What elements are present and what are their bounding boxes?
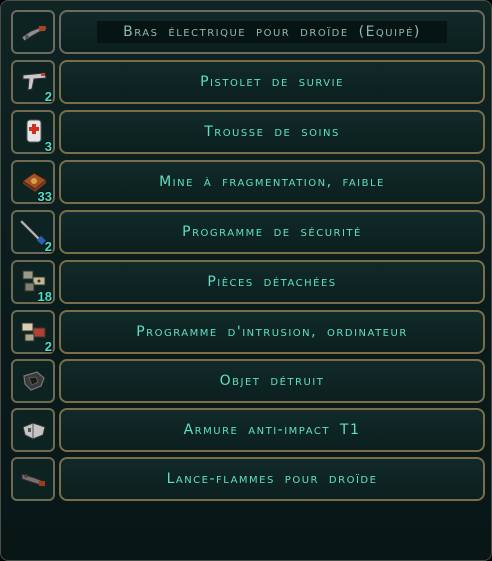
- item-icon-frame[interactable]: 18: [11, 260, 55, 304]
- item-label-frame[interactable]: Programme de sécurité: [59, 210, 485, 254]
- item-label: Pièces détachées: [207, 274, 337, 290]
- item-label: Objet détruit: [219, 373, 325, 389]
- inventory-item[interactable]: 2 Programme de sécurité: [9, 209, 485, 255]
- inventory-item[interactable]: 18 Pièces détachées: [9, 259, 485, 305]
- item-count: 33: [37, 189, 52, 204]
- broken-item-icon: [23, 371, 45, 391]
- item-label: Trousse de soins: [204, 124, 340, 140]
- inventory-item[interactable]: Lance-flammes pour droïde: [9, 456, 485, 502]
- inventory-item[interactable]: 2 Programme d'intrusion, ordinateur: [9, 309, 485, 355]
- inventory-item[interactable]: Objet détruit: [9, 358, 485, 404]
- item-count: 2: [44, 339, 52, 354]
- item-label: Mine à fragmentation, faible: [159, 174, 385, 190]
- item-icon-frame[interactable]: 2: [11, 210, 55, 254]
- item-icon-frame[interactable]: 2: [11, 310, 55, 354]
- item-label: Lance-flammes pour droïde: [166, 471, 378, 487]
- item-label: Programme d'intrusion, ordinateur: [136, 324, 408, 340]
- item-label-frame[interactable]: Lance-flammes pour droïde: [59, 457, 485, 501]
- item-label: Armure anti-impact T1: [183, 422, 361, 438]
- item-icon-frame[interactable]: [11, 10, 55, 54]
- item-icon-frame[interactable]: [11, 359, 55, 403]
- item-count: 3: [44, 139, 52, 154]
- item-icon-frame[interactable]: [11, 457, 55, 501]
- inventory-panel: Bras électrique pour droïde (Equipé) 2 P…: [0, 0, 492, 561]
- item-label-frame[interactable]: Objet détruit: [59, 359, 485, 403]
- item-label-frame[interactable]: Programme d'intrusion, ordinateur: [59, 310, 485, 354]
- item-icon-frame[interactable]: [11, 408, 55, 452]
- inventory-item[interactable]: 33 Mine à fragmentation, faible: [9, 159, 485, 205]
- item-label-frame[interactable]: Bras électrique pour droïde (Equipé): [59, 10, 485, 54]
- inventory-item[interactable]: 2 Pistolet de survie: [9, 59, 485, 105]
- item-count: 18: [37, 289, 52, 304]
- droid-flamethrower-icon: [21, 473, 46, 487]
- inventory-item-equipped[interactable]: Bras électrique pour droïde (Equipé): [9, 9, 485, 55]
- item-icon-frame[interactable]: 33: [11, 160, 55, 204]
- item-label: Programme de sécurité: [182, 224, 362, 240]
- item-label-frame[interactable]: Armure anti-impact T1: [59, 408, 485, 452]
- item-label: Pistolet de survie: [200, 74, 344, 90]
- droid-arm-icon: [21, 25, 47, 42]
- item-label-frame[interactable]: Pistolet de survie: [59, 60, 485, 104]
- droid-armor-icon: [22, 422, 46, 440]
- item-count: 2: [44, 89, 52, 104]
- item-label-frame[interactable]: Pièces détachées: [59, 260, 485, 304]
- item-count: 2: [44, 239, 52, 254]
- item-label-frame[interactable]: Mine à fragmentation, faible: [59, 160, 485, 204]
- inventory-item[interactable]: 3 Trousse de soins: [9, 109, 485, 155]
- item-icon-frame[interactable]: 2: [11, 60, 55, 104]
- item-icon-frame[interactable]: 3: [11, 110, 55, 154]
- item-label: Bras électrique pour droïde (Equipé): [97, 21, 447, 43]
- inventory-item[interactable]: Armure anti-impact T1: [9, 407, 485, 453]
- item-label-frame[interactable]: Trousse de soins: [59, 110, 485, 154]
